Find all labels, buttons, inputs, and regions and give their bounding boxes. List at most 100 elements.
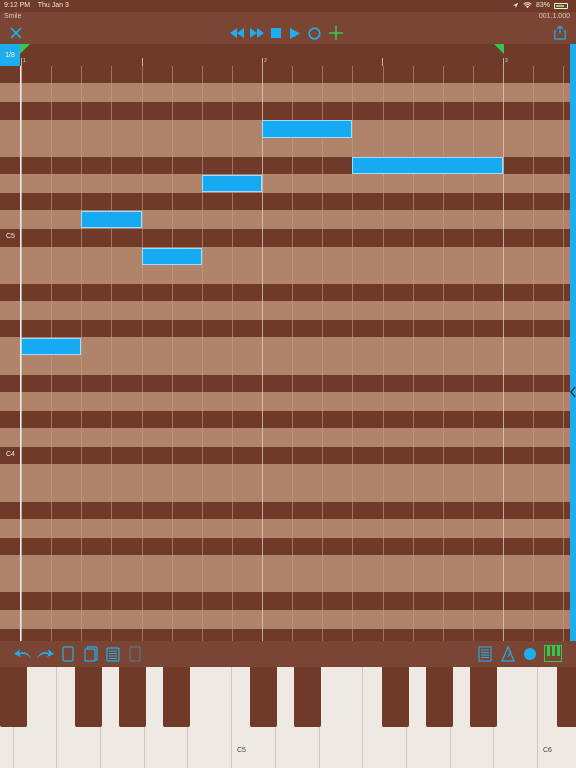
- black-key[interactable]: [0, 667, 27, 727]
- black-key[interactable]: [294, 667, 321, 727]
- record-icon[interactable]: [523, 647, 537, 661]
- grid-line: [382, 66, 384, 641]
- close-button[interactable]: [6, 22, 26, 44]
- status-time: 9:12 PM: [4, 2, 31, 9]
- note-f4[interactable]: [141, 247, 202, 265]
- playhead[interactable]: [20, 66, 21, 641]
- loop-icon: [307, 26, 321, 40]
- piano-keyboard[interactable]: C5 C6: [0, 667, 576, 768]
- pitch-row[interactable]: [0, 66, 570, 84]
- pitch-row[interactable]: [0, 193, 570, 211]
- quantize-button[interactable]: 1/8: [0, 44, 20, 66]
- collapse-handle-icon[interactable]: [570, 386, 576, 398]
- pitch-row[interactable]: [0, 501, 570, 519]
- beat-tick: [142, 58, 143, 66]
- note-a4[interactable]: [201, 174, 262, 193]
- list-view-icon[interactable]: [478, 646, 492, 662]
- black-key[interactable]: [250, 667, 277, 727]
- pitch-row[interactable]: [0, 374, 570, 392]
- loop-button[interactable]: [305, 22, 323, 44]
- black-key[interactable]: [470, 667, 497, 727]
- grid-line: [412, 66, 414, 641]
- status-left: 9:12 PM Thu Jan 3: [4, 2, 69, 9]
- add-marker-button[interactable]: [327, 22, 345, 44]
- black-key[interactable]: [382, 667, 409, 727]
- beat-tick: [382, 58, 383, 66]
- note-g4[interactable]: [81, 211, 142, 229]
- delete-icon[interactable]: [129, 646, 141, 662]
- loop-start-marker[interactable]: [20, 44, 30, 54]
- stop-icon: [271, 28, 281, 38]
- fast-forward-button[interactable]: [248, 22, 266, 44]
- pitch-row[interactable]: [0, 265, 570, 283]
- key-label-c5: C5: [237, 747, 246, 754]
- pitch-row[interactable]: [0, 519, 570, 538]
- play-button[interactable]: [287, 22, 303, 44]
- status-right: 83%: [512, 2, 568, 9]
- white-key[interactable]: [189, 667, 233, 768]
- pitch-row[interactable]: [0, 102, 570, 120]
- app-title: Smile: [4, 13, 22, 20]
- pitch-row[interactable]: [0, 338, 570, 356]
- share-button[interactable]: [550, 22, 570, 44]
- close-icon: [10, 27, 22, 39]
- piano-roll-grid[interactable]: C5 C4: [0, 66, 570, 641]
- pitch-row[interactable]: [0, 429, 570, 447]
- redo-icon[interactable]: [36, 648, 54, 660]
- pitch-row[interactable]: [0, 628, 570, 641]
- white-key[interactable]: [494, 667, 539, 768]
- black-key[interactable]: [75, 667, 102, 727]
- copy-icon[interactable]: [62, 646, 74, 662]
- pitch-row[interactable]: [0, 247, 570, 265]
- pitch-row[interactable]: [0, 410, 570, 429]
- pitch-row[interactable]: [0, 447, 570, 465]
- pitch-row[interactable]: [0, 537, 570, 556]
- vertical-scrollbar[interactable]: [570, 44, 576, 641]
- location-icon: [512, 2, 519, 9]
- pitch-row[interactable]: [0, 138, 570, 156]
- note-as4[interactable]: [352, 156, 503, 174]
- note-c5[interactable]: [262, 120, 353, 138]
- black-key[interactable]: [163, 667, 190, 727]
- rewind-button[interactable]: [228, 22, 246, 44]
- bar-number-3: 3: [505, 58, 508, 64]
- keyboard-view-icon[interactable]: [544, 645, 562, 662]
- paste-icon[interactable]: [106, 646, 120, 662]
- white-key[interactable]: [320, 667, 364, 768]
- metronome-icon[interactable]: [500, 646, 516, 662]
- bar-line: [262, 66, 263, 641]
- stop-button[interactable]: [268, 22, 284, 44]
- add-marker-icon: [329, 26, 343, 40]
- grid-line: [111, 66, 113, 641]
- bar-line: [503, 66, 504, 641]
- pitch-row[interactable]: [0, 320, 570, 338]
- pitch-row[interactable]: [0, 465, 570, 483]
- pitch-row[interactable]: [0, 610, 570, 628]
- undo-icon[interactable]: [14, 648, 32, 660]
- grid-line: [322, 66, 324, 641]
- loop-end-marker[interactable]: [494, 44, 504, 54]
- pitch-row[interactable]: [0, 229, 570, 247]
- black-key[interactable]: [426, 667, 453, 727]
- black-key[interactable]: [119, 667, 146, 727]
- note-c4[interactable]: [21, 338, 82, 356]
- pitch-row[interactable]: [0, 483, 570, 501]
- pitch-row[interactable]: [0, 174, 570, 193]
- grid-line: [141, 66, 143, 641]
- duplicate-icon[interactable]: [84, 646, 98, 662]
- timeline-ruler[interactable]: 1 2 3: [0, 44, 576, 66]
- black-key[interactable]: [557, 667, 576, 727]
- pitch-row[interactable]: [0, 84, 570, 102]
- transport-toolbar: [0, 22, 576, 45]
- pitch-row[interactable]: [0, 574, 570, 592]
- pitch-row[interactable]: [0, 301, 570, 320]
- pitch-row[interactable]: [0, 556, 570, 574]
- pitch-row[interactable]: [0, 392, 570, 411]
- grid-line: [442, 66, 444, 641]
- status-bar: 9:12 PM Thu Jan 3 83%: [0, 0, 576, 12]
- pitch-row[interactable]: [0, 356, 570, 374]
- pitch-row[interactable]: [0, 283, 570, 302]
- pitch-row[interactable]: [0, 592, 570, 610]
- grid-line: [292, 66, 294, 641]
- fast-forward-icon: [250, 28, 264, 38]
